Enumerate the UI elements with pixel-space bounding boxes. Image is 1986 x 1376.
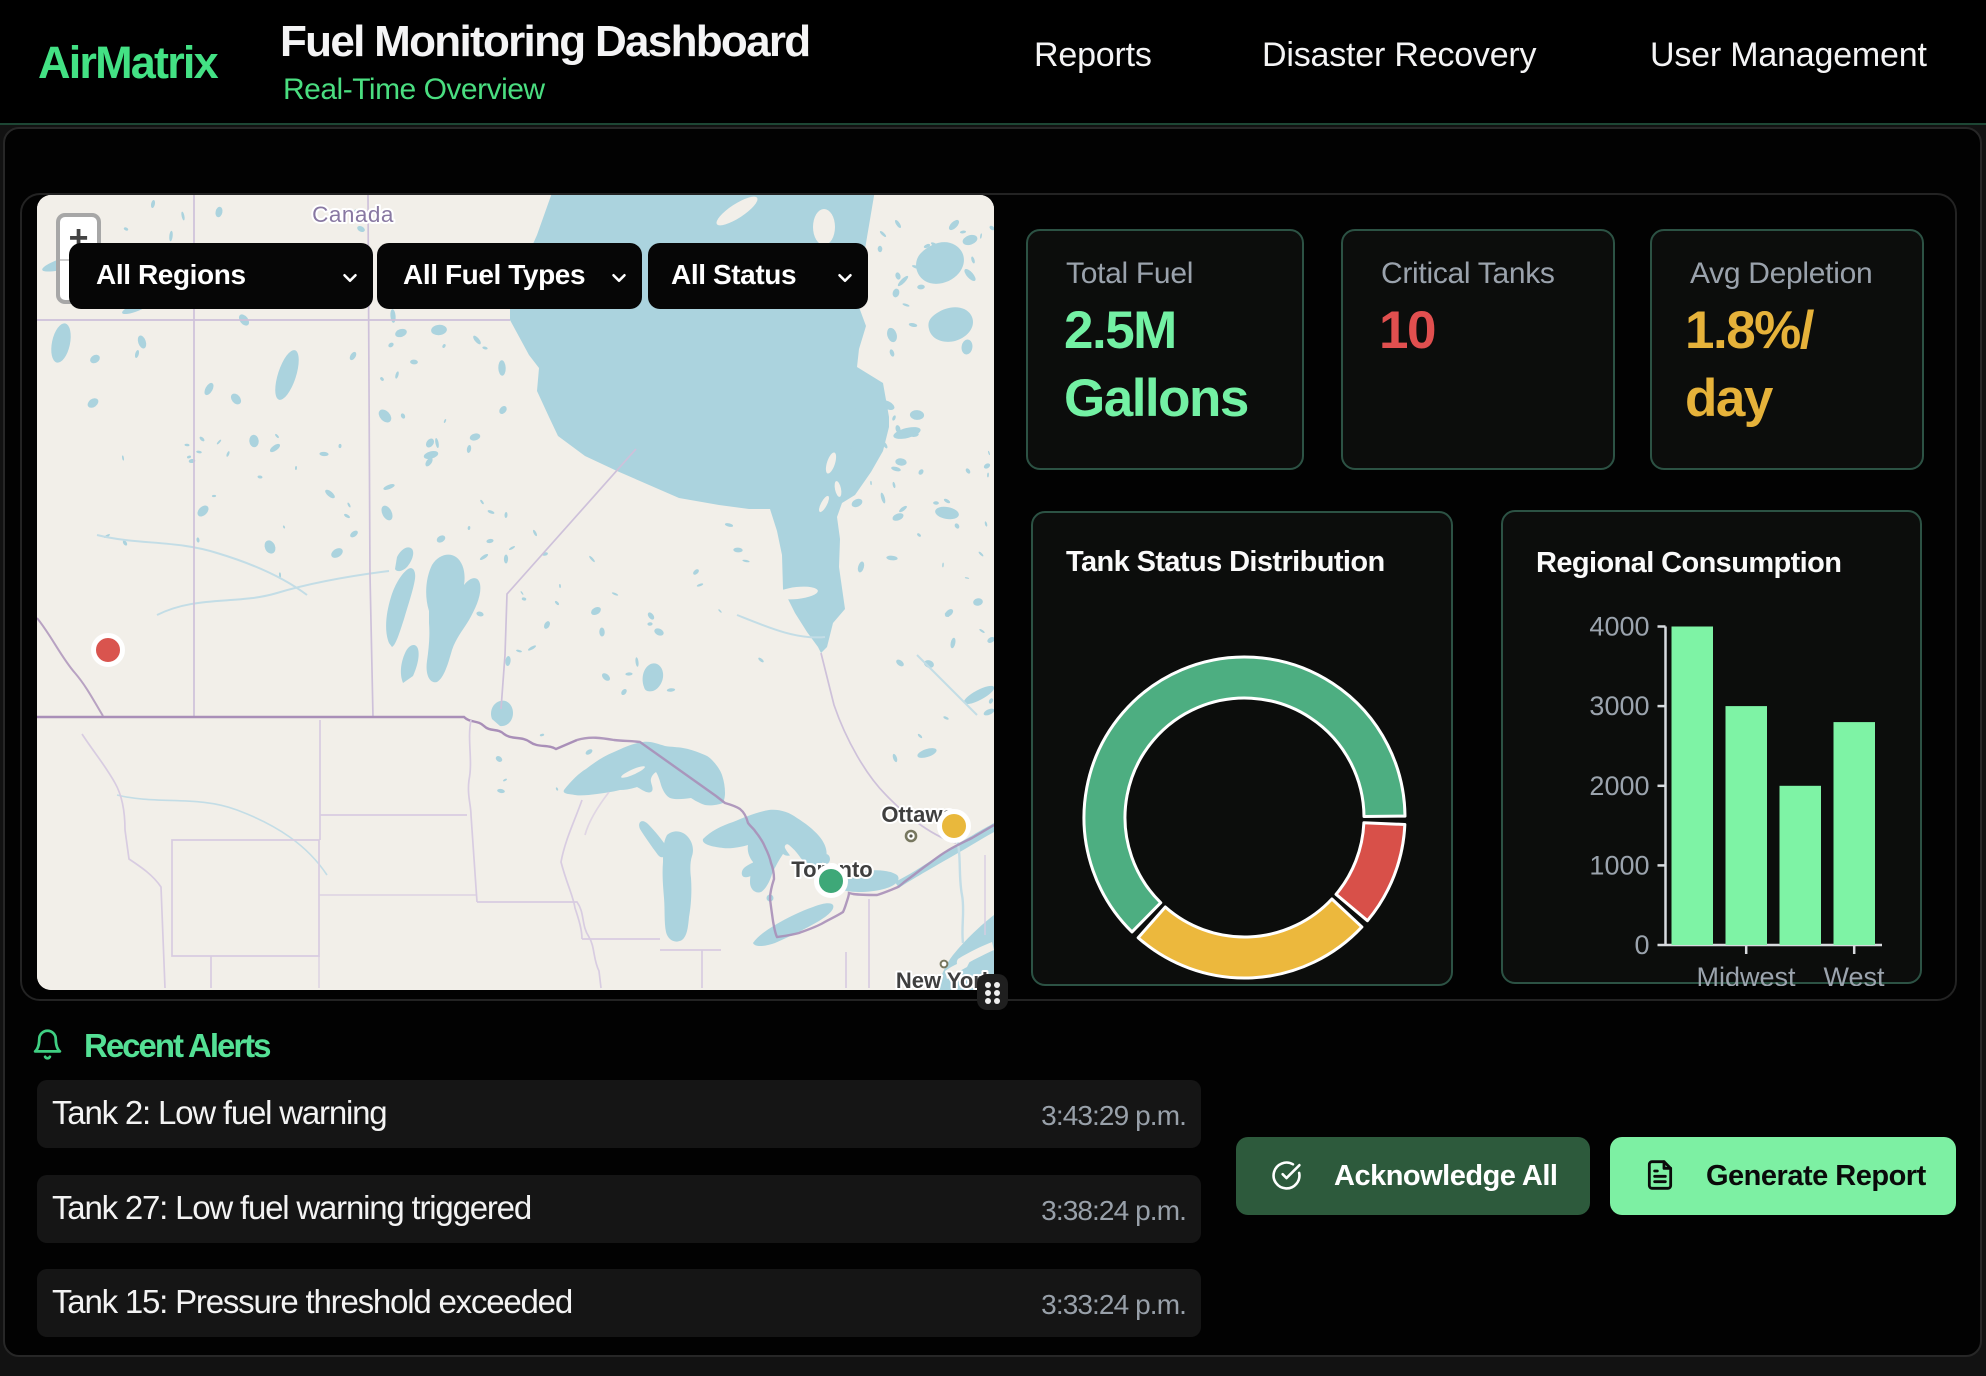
svg-text:4000: 4000	[1589, 612, 1649, 642]
svg-text:Midwest: Midwest	[1696, 962, 1796, 986]
svg-text:3000: 3000	[1589, 691, 1649, 721]
svg-text:0: 0	[1634, 930, 1649, 960]
svg-text:Canada: Canada	[312, 202, 394, 227]
svg-text:2000: 2000	[1589, 771, 1649, 801]
svg-text:West: West	[1823, 962, 1885, 986]
svg-text:1000: 1000	[1589, 850, 1649, 880]
